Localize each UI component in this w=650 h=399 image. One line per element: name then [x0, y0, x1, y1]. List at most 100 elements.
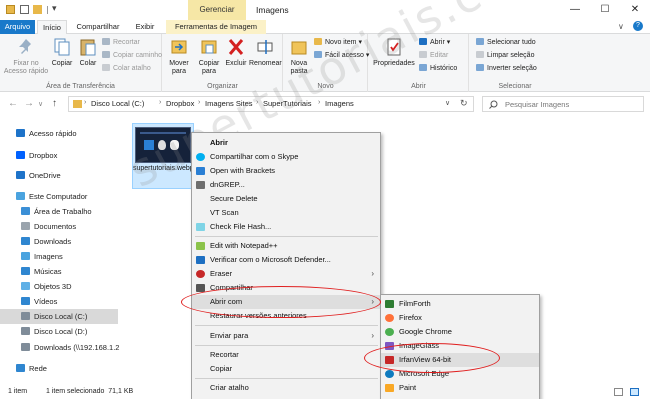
copy-button[interactable]: Copiar: [50, 34, 74, 80]
submenu-item-filmforth[interactable]: FilmForth: [381, 297, 539, 311]
tab-ferramentas-de-imagem[interactable]: Ferramentas de Imagem: [166, 20, 266, 34]
move-to-button[interactable]: Mover para: [165, 34, 193, 80]
menu-item-secure-delete[interactable]: Secure Delete: [192, 192, 380, 206]
nav-item-label: Acesso rápido: [29, 129, 77, 138]
select-all-button[interactable]: Selecionar tudo: [476, 38, 536, 47]
search-input[interactable]: Pesquisar Imagens: [482, 96, 644, 112]
submenu-item-google-chrome[interactable]: Google Chrome: [381, 325, 539, 339]
highlight-ring-irfanview: [364, 343, 500, 373]
menu-item-dngrep[interactable]: dnGREP...: [192, 178, 380, 192]
nav-item-documentos[interactable]: Documentos: [21, 219, 76, 234]
pin-button[interactable]: Fixar no Acesso rápido: [2, 34, 50, 80]
nav-item-videos[interactable]: Vídeos: [21, 294, 57, 309]
nav-item-acesso-rapido[interactable]: Acesso rápido: [16, 126, 77, 141]
music-icon: [21, 267, 30, 275]
easy-access-button[interactable]: Fácil acesso ▾: [314, 51, 369, 60]
network-icon: [16, 364, 25, 372]
forward-button[interactable]: →: [24, 98, 34, 109]
tab-exibir[interactable]: Exibir: [128, 20, 162, 34]
nav-item-imagens[interactable]: Imagens: [21, 249, 63, 264]
copy-to-button[interactable]: Copiar para: [195, 34, 223, 80]
nav-item-este-computador[interactable]: Este Computador: [16, 189, 87, 204]
nav-item-disco-c[interactable]: Disco Local (C:): [0, 309, 118, 324]
new-folder-button[interactable]: Nova pasta: [286, 34, 312, 80]
open-button[interactable]: Abrir ▾: [419, 38, 450, 47]
menu-item-check-file-hash[interactable]: Check File Hash...: [192, 220, 380, 234]
close-button[interactable]: ✕: [620, 0, 650, 20]
thumbnail-linux-logo: [170, 140, 179, 150]
nav-item-musicas[interactable]: Músicas: [21, 264, 62, 279]
nav-item-area-de-trabalho[interactable]: Área de Trabalho: [21, 204, 92, 219]
drive-icon: [21, 327, 30, 335]
new-item-button[interactable]: Novo item ▾: [314, 38, 362, 47]
delete-button[interactable]: Excluir: [225, 34, 247, 80]
minimize-button[interactable]: —: [560, 0, 590, 20]
menu-item-brackets[interactable]: Open with Brackets: [192, 164, 380, 178]
menu-item-abrir[interactable]: Abrir: [192, 136, 380, 150]
open-label: Abrir ▾: [430, 39, 451, 46]
submenu-item-firefox[interactable]: Firefox: [381, 311, 539, 325]
nav-item-onedrive[interactable]: OneDrive: [16, 168, 61, 183]
menu-item-label: Enviar para: [210, 331, 249, 340]
nav-item-network-downloads[interactable]: Downloads (\\192.168.1.2: [21, 340, 119, 355]
new-folder-quick-icon[interactable]: [33, 5, 42, 14]
nav-item-dropbox[interactable]: Dropbox: [16, 148, 57, 163]
menu-item-recortar[interactable]: Recortar: [192, 348, 380, 362]
up-button[interactable]: ↑: [52, 98, 57, 109]
submenu-item-paint[interactable]: Paint: [381, 381, 539, 395]
customize-toolbar-icon[interactable]: ▾: [52, 3, 57, 14]
address-bar[interactable]: › Disco Local (C:) › Dropbox › Imagens S…: [68, 96, 474, 112]
copy-path-button[interactable]: Copiar caminho: [102, 51, 162, 60]
breadcrumb-dropbox[interactable]: Dropbox: [166, 99, 194, 108]
collapse-ribbon-icon[interactable]: ∨: [618, 22, 624, 31]
tab-arquivo[interactable]: Arquivo: [0, 20, 35, 34]
cut-button[interactable]: Recortar: [102, 38, 140, 47]
menu-item-notepad-plus-plus[interactable]: Edit with Notepad++: [192, 239, 380, 253]
breadcrumb-imagens[interactable]: Imagens: [325, 99, 354, 108]
refresh-icon[interactable]: ↻: [460, 98, 468, 109]
menu-item-copiar[interactable]: Copiar: [192, 362, 380, 376]
menu-item-label: Criar atalho: [210, 383, 249, 392]
nav-item-objetos-3d[interactable]: Objetos 3D: [21, 279, 72, 294]
nav-item-downloads[interactable]: Downloads: [21, 234, 71, 249]
menu-item-criar-atalho[interactable]: Criar atalho: [192, 381, 380, 395]
organize-group-label: Organizar: [207, 83, 238, 90]
help-icon[interactable]: ?: [633, 21, 643, 31]
paste-button[interactable]: Colar: [76, 34, 100, 80]
breadcrumb-supertutoriais[interactable]: SuperTutoriais: [263, 99, 312, 108]
maximize-button[interactable]: ☐: [590, 0, 620, 20]
back-button[interactable]: ←: [8, 98, 18, 109]
address-dropdown-icon[interactable]: ∨: [445, 99, 450, 107]
history-button[interactable]: Histórico: [419, 64, 457, 73]
menu-item-eraser[interactable]: Eraser ›: [192, 267, 380, 281]
invert-selection-button[interactable]: Inverter seleção: [476, 64, 537, 73]
recent-locations-button[interactable]: ∨: [38, 100, 43, 108]
menu-item-skype[interactable]: Compartilhar com o Skype: [192, 150, 380, 164]
file-item[interactable]: supertutoriais.webp: [132, 123, 194, 189]
large-icons-view-icon[interactable]: [630, 388, 639, 396]
select-none-label: Limpar seleção: [487, 52, 535, 59]
edit-button[interactable]: Editar: [419, 51, 448, 60]
menu-item-defender[interactable]: Verificar com o Microsoft Defender...: [192, 253, 380, 267]
dropbox-icon: [16, 151, 25, 159]
folder-icon: [73, 100, 82, 108]
details-view-icon[interactable]: [614, 388, 623, 396]
nav-item-disco-d[interactable]: Disco Local (D:): [21, 324, 87, 339]
paste-shortcut-button[interactable]: Colar atalho: [102, 64, 151, 73]
menu-item-enviar-para[interactable]: Enviar para ›: [192, 329, 380, 343]
tab-compartilhar[interactable]: Compartilhar: [70, 20, 126, 34]
divider: [47, 6, 48, 14]
rename-button[interactable]: Renomear: [249, 34, 282, 80]
nav-item-rede[interactable]: Rede: [16, 361, 47, 376]
move-to-label: Mover para: [169, 60, 189, 75]
select-none-button[interactable]: Limpar seleção: [476, 51, 534, 60]
properties-button[interactable]: Propriedades: [371, 34, 417, 80]
menu-item-vt-scan[interactable]: VT Scan: [192, 206, 380, 220]
videos-icon: [21, 297, 30, 305]
breadcrumb-imagens-sites[interactable]: Imagens Sites: [205, 99, 253, 108]
tab-inicio[interactable]: Início: [37, 20, 67, 34]
properties-quick-icon[interactable]: [20, 5, 29, 14]
breadcrumb-disco-local[interactable]: Disco Local (C:): [91, 99, 144, 108]
submenu-item-label: FilmForth: [399, 299, 431, 308]
clipboard-group-label: Área de Transferência: [46, 83, 115, 90]
